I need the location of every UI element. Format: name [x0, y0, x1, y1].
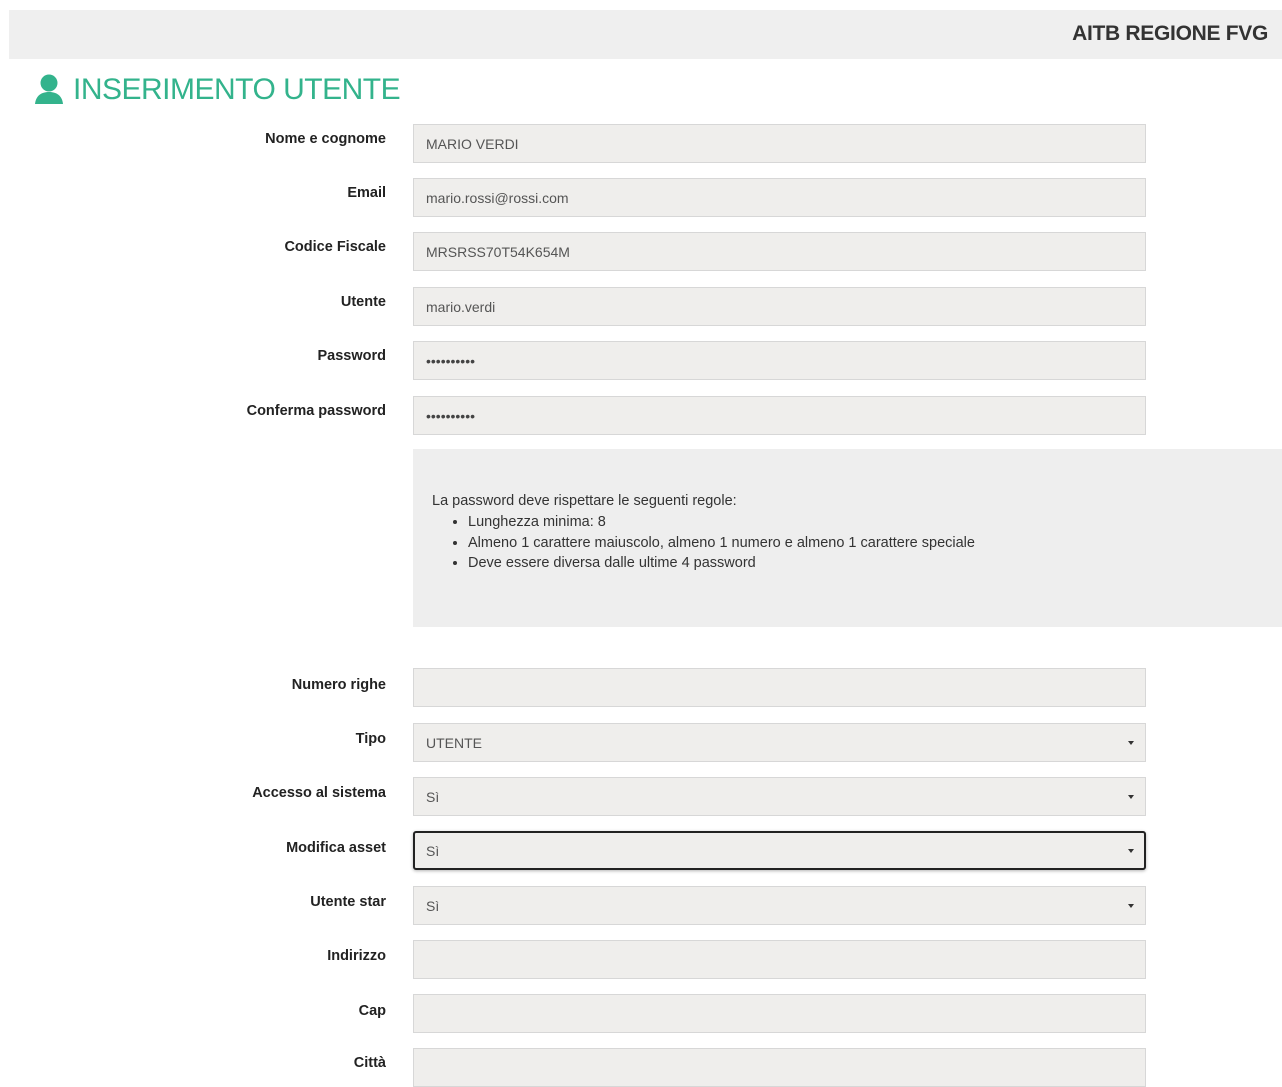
- rules-list: Lunghezza minima: 8 Almeno 1 carattere m…: [413, 512, 975, 574]
- accesso-value: Sì: [426, 788, 440, 805]
- utente-star-select[interactable]: Sì: [413, 886, 1146, 925]
- tipo-select[interactable]: UTENTE: [413, 723, 1146, 762]
- email-value: mario.rossi@rossi.com: [426, 189, 569, 206]
- tipo-value: UTENTE: [426, 734, 482, 751]
- citta-label: Città: [353, 1055, 386, 1071]
- utente-label: Utente: [340, 294, 386, 310]
- conferma-password-label: Conferma password: [246, 403, 386, 419]
- numero-righe-field[interactable]: [413, 668, 1146, 707]
- page-title: INSERIMENTO UTENTE: [73, 73, 401, 106]
- rule-item: Lunghezza minima: 8: [468, 512, 975, 533]
- numero-righe-label: Numero righe: [291, 677, 386, 693]
- brand-title: AITB REGIONE FVG: [1072, 22, 1268, 45]
- rule-item: Almeno 1 carattere maiuscolo, almeno 1 n…: [468, 533, 975, 554]
- password-value: ••••••••••: [426, 352, 476, 369]
- accesso-label: Accesso al sistema: [252, 785, 386, 801]
- nome-label: Nome e cognome: [265, 131, 386, 147]
- cap-field[interactable]: [413, 994, 1146, 1033]
- page-heading: INSERIMENTO UTENTE: [33, 70, 401, 110]
- utente-star-value: Sì: [426, 897, 440, 914]
- modifica-asset-select[interactable]: Sì: [413, 831, 1146, 870]
- cf-value: MRSRSS70T54K654M: [426, 243, 570, 260]
- password-field[interactable]: ••••••••••: [413, 341, 1146, 380]
- modifica-asset-value: Sì: [426, 842, 440, 859]
- utente-field[interactable]: mario.verdi: [413, 287, 1146, 326]
- utente-star-label: Utente star: [310, 894, 386, 910]
- email-field[interactable]: mario.rossi@rossi.com: [413, 178, 1146, 217]
- email-label: Email: [347, 185, 386, 201]
- rule-item: Deve essere diversa dalle ultime 4 passw…: [468, 553, 975, 574]
- modifica-asset-label: Modifica asset: [286, 840, 386, 856]
- caret-down-icon: [1128, 741, 1134, 745]
- caret-down-icon: [1128, 849, 1134, 853]
- password-rules-box: La password deve rispettare le seguenti …: [413, 449, 1282, 627]
- utente-value: mario.verdi: [426, 298, 496, 315]
- codice-fiscale-field[interactable]: MRSRSS70T54K654M: [413, 232, 1146, 271]
- cf-label: Codice Fiscale: [284, 239, 386, 255]
- top-bar: AITB REGIONE FVG: [9, 10, 1282, 59]
- cap-label: Cap: [358, 1003, 386, 1019]
- tipo-label: Tipo: [355, 731, 386, 747]
- password-label: Password: [317, 348, 387, 364]
- citta-field[interactable]: [413, 1048, 1146, 1087]
- user-icon: [33, 73, 65, 107]
- indirizzo-field[interactable]: [413, 940, 1146, 979]
- caret-down-icon: [1128, 904, 1134, 908]
- nome-value: MARIO VERDI: [426, 135, 519, 152]
- nome-field[interactable]: MARIO VERDI: [413, 124, 1146, 163]
- rules-intro: La password deve rispettare le seguenti …: [432, 493, 737, 509]
- indirizzo-label: Indirizzo: [327, 948, 386, 964]
- accesso-sistema-select[interactable]: Sì: [413, 777, 1146, 816]
- caret-down-icon: [1128, 795, 1134, 799]
- conferma-password-field[interactable]: ••••••••••: [413, 396, 1146, 435]
- conferma-password-value: ••••••••••: [426, 407, 476, 424]
